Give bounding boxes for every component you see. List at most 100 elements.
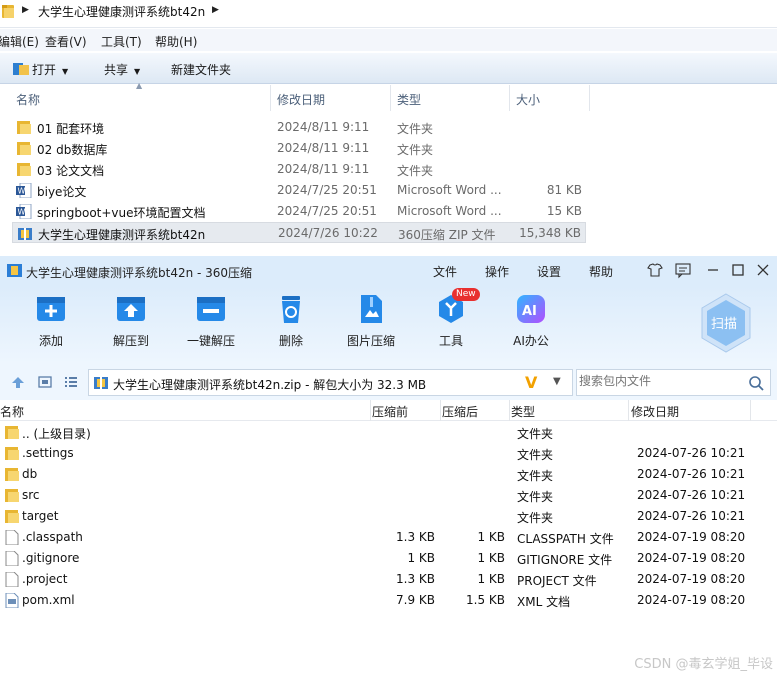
column-type[interactable]: 类型 [397,91,421,108]
column-divider[interactable] [750,400,751,421]
list-item-selected[interactable]: 大学生心理健康测评系统bt42n 2024/7/26 10:22 360压缩 Z… [12,222,586,243]
file-type: 360压缩 ZIP 文件 [398,228,496,242]
add-button[interactable]: 添加 [16,292,86,349]
table-row[interactable]: pom.xml 7.9 KB 1.5 KB XML 文档 2024-07-19 … [0,590,777,611]
zip-archive-icon [94,377,108,389]
menu-action[interactable]: 操作 [485,263,509,280]
svg-text:W: W [18,208,26,217]
column-divider[interactable] [509,400,510,421]
column-date[interactable]: 修改日期 [277,91,325,108]
list-item[interactable]: 02 db数据库 2024/8/11 9:11 文件夹 [12,138,586,159]
scan-button[interactable]: 扫描 [699,292,753,354]
entry-type: XML 文档 [517,595,571,609]
zip-window: 大学生心理健康测评系统bt42n - 360压缩 文件 操作 设置 帮助 添加 … [0,256,777,677]
svg-text:W: W [18,187,26,196]
list-item[interactable]: 01 配套环境 2024/8/11 9:11 文件夹 [12,117,586,138]
table-row[interactable]: src 文件夹 2024-07-26 10:21 [0,485,777,506]
column-after[interactable]: 压缩后 [442,403,478,420]
chevron-down-icon[interactable]: ▼ [553,376,561,387]
entry-date: 2024-07-19 08:20 [637,593,746,607]
menu-settings[interactable]: 设置 [537,263,561,280]
search-box[interactable] [576,369,771,396]
share-button[interactable]: 共享 ▼ [104,61,140,78]
feedback-icon[interactable] [674,261,692,279]
breadcrumb[interactable]: 大学生心理健康测评系统bt42n [38,3,205,20]
one-click-extract-button[interactable]: 一键解压 [176,292,246,349]
menu-view[interactable]: 查看(V) [45,33,87,50]
archive-path: 大学生心理健康测评系统bt42n.zip - 解包大小为 32.3 MB [113,378,427,392]
ai-office-button[interactable]: AI AI办公 [496,292,566,349]
search-icon[interactable] [748,375,764,391]
delete-button[interactable]: 删除 [256,292,326,349]
entry-type: CLASSPATH 文件 [517,532,614,546]
word-doc-icon: W [16,183,32,198]
ai-office-label: AI办公 [513,334,549,348]
up-arrow-icon[interactable] [11,375,25,389]
explorer-column-header: 名称 ▲ 修改日期 类型 大小 [0,81,590,113]
column-divider[interactable] [509,85,510,111]
column-type[interactable]: 类型 [511,403,535,420]
column-date[interactable]: 修改日期 [631,403,679,420]
table-row[interactable]: .project 1.3 KB 1 KB PROJECT 文件 2024-07-… [0,569,777,590]
list-item[interactable]: 03 论文文档 2024/8/11 9:11 文件夹 [12,159,586,180]
file-date: 2024/7/25 20:51 [277,204,377,218]
folder-icon [17,163,31,176]
table-row[interactable]: .gitignore 1 KB 1 KB GITIGNORE 文件 2024-0… [0,548,777,569]
entry-type: PROJECT 文件 [517,574,597,588]
menu-tools[interactable]: 工具(T) [101,33,142,50]
file-name: 大学生心理健康测评系统bt42n [38,228,206,242]
column-divider[interactable] [628,400,629,421]
open-icon [13,63,29,75]
image-compress-button[interactable]: 图片压缩 [336,292,406,349]
entry-name: .gitignore [22,551,80,565]
skin-icon[interactable] [646,261,664,279]
thumbnail-view-icon[interactable] [38,375,52,389]
new-folder-button[interactable]: 新建文件夹 [171,61,231,78]
column-divider[interactable] [440,400,441,421]
table-row[interactable]: .. (上级目录) 文件夹 [0,422,777,443]
extract-to-button[interactable]: 解压到 [96,292,166,349]
maximize-icon[interactable] [729,261,747,279]
open-button[interactable]: 打开 ▼ [32,61,68,78]
table-row[interactable]: target 文件夹 2024-07-26 10:21 [0,506,777,527]
table-row[interactable]: .classpath 1.3 KB 1 KB CLASSPATH 文件 2024… [0,527,777,548]
column-size[interactable]: 大小 [516,91,540,108]
chevron-right-icon[interactable]: ▶ [212,5,219,15]
column-divider[interactable] [390,85,391,111]
chevron-right-icon[interactable]: ▶ [22,5,29,15]
list-view-icon[interactable] [64,375,78,389]
close-icon[interactable] [754,261,772,279]
entry-type: 文件夹 [517,469,554,483]
entry-date: 2024-07-26 10:21 [637,488,746,502]
path-field[interactable]: 大学生心理健康测评系统bt42n.zip - 解包大小为 32.3 MB V ▼ [88,369,573,396]
table-row[interactable]: db 文件夹 2024-07-26 10:21 [0,464,777,485]
column-name[interactable]: 名称 [0,403,24,420]
column-divider[interactable] [270,85,271,111]
entry-name: .. (上级目录) [22,427,91,441]
minimize-icon[interactable] [704,261,722,279]
explorer-menu-bar: 编辑(E) 查看(V) 工具(T) 帮助(H) [0,29,777,51]
entry-name: src [22,488,40,502]
column-divider[interactable] [589,85,590,111]
folder-icon [5,489,19,502]
menu-help[interactable]: 帮助(H) [155,33,197,50]
v-logo-icon[interactable]: V [525,373,537,392]
list-item[interactable]: W springboot+vue环境配置文档 2024/7/25 20:51 M… [12,201,586,222]
svg-text:AI: AI [522,304,537,319]
column-divider[interactable] [370,400,371,421]
scan-label: 扫描 [711,317,737,332]
list-item[interactable]: W biye论文 2024/7/25 20:51 Microsoft Word … [12,180,586,201]
column-before[interactable]: 压缩前 [372,403,408,420]
file-type: Microsoft Word ... [397,204,502,218]
folder-icon [5,447,19,460]
explorer-address-bar: ▶ 大学生心理健康测评系统bt42n ▶ [0,0,777,28]
menu-file[interactable]: 文件 [433,263,457,280]
table-row[interactable]: .settings 文件夹 2024-07-26 10:21 [0,443,777,464]
file-size: 15 KB [546,204,582,218]
menu-help[interactable]: 帮助 [589,263,613,280]
search-input[interactable] [579,374,739,388]
add-label: 添加 [38,334,63,348]
open-label: 打开 [32,63,57,77]
column-name[interactable]: 名称 [16,91,40,108]
menu-edit[interactable]: 编辑(E) [0,33,39,50]
